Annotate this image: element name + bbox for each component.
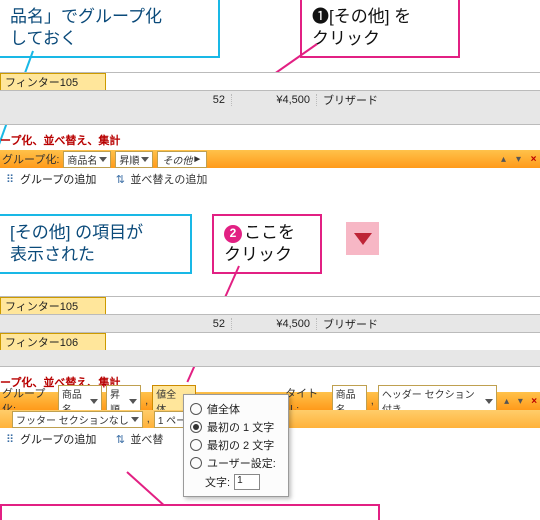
callout-mid-pink-l2: クリック	[224, 245, 292, 264]
chevron-down-icon	[129, 399, 137, 404]
popup-option-user[interactable]: ユーザー設定:	[190, 455, 282, 471]
callout-top-blue-text: 品名」でグループ化 しておく	[10, 7, 162, 48]
move-up-icon[interactable]: ▴	[501, 395, 513, 408]
sort-add-icon: ⇅	[113, 172, 127, 186]
callout-mid-pink-l1: ここを	[244, 223, 295, 242]
close-icon[interactable]: ×	[527, 153, 540, 166]
group-label: グループ化:	[0, 151, 61, 167]
callout-mid-blue-l1: [その他] の項目が	[10, 223, 143, 242]
radio-icon	[190, 421, 202, 433]
table-row: 52 ¥4,500 ブリザード	[0, 314, 540, 334]
move-down-icon[interactable]: ▾	[512, 153, 525, 166]
cell-product[interactable]: フィンター105	[0, 297, 106, 315]
radio-icon	[190, 457, 202, 469]
sort-add-icon: ⇅	[113, 432, 127, 446]
chevron-down-icon	[354, 233, 372, 245]
callout-top-blue: 品名」でグループ化 しておく	[0, 0, 220, 58]
chevron-down-icon	[131, 417, 139, 422]
cell-supplier: ブリザード	[317, 92, 540, 108]
callout-mid-pink: 2ここを クリック	[212, 214, 322, 274]
cell-product[interactable]: フィンター106	[0, 333, 106, 351]
add-group-button[interactable]: グループの追加	[20, 171, 96, 187]
group-add-icon: ⠿	[3, 172, 17, 186]
step-number-badge: 2	[224, 225, 242, 243]
grouping-add-row: ⠿ グループの追加 ⇅ 並べ替えの追加	[0, 170, 540, 188]
group-field-dropdown[interactable]: 商品名	[63, 151, 111, 168]
chars-stepper[interactable]: 1	[234, 474, 260, 490]
popup-option-first2[interactable]: 最初の 2 文字	[190, 437, 282, 453]
popup-option-whole[interactable]: 値全体	[190, 401, 282, 417]
callout-top-pink: ❶[その他] を クリック	[300, 0, 460, 58]
popup-option-first1[interactable]: 最初の 1 文字	[190, 419, 282, 435]
cell-qty: 52	[105, 94, 232, 106]
add-sort-button[interactable]: 並べ替	[130, 431, 163, 447]
grouping-granularity-popup[interactable]: 値全体 最初の 1 文字 最初の 2 文字 ユーザー設定: 文字: 1	[183, 394, 289, 497]
cell-supplier: ブリザード	[317, 316, 540, 332]
table-row: フィンター105	[0, 72, 540, 92]
section-header-sort: ープ化、並べ替え、集計	[0, 132, 120, 148]
dropdown-indicator	[346, 222, 379, 255]
callout-top-pink-l1: ❶[その他] を	[312, 7, 411, 26]
sort-field-dropdown[interactable]: 昇順	[115, 151, 153, 168]
callout-mid-blue: [その他] の項目が 表示された	[0, 214, 192, 274]
cell-price: ¥4,500	[232, 318, 317, 330]
chevron-down-icon	[90, 399, 98, 404]
radio-icon	[190, 403, 202, 415]
radio-icon	[190, 439, 202, 451]
callout-bottom-pink-edge	[0, 504, 380, 520]
cell-product[interactable]: フィンター105	[0, 73, 106, 91]
callout-top-pink-l2: クリック	[312, 29, 380, 48]
move-up-icon[interactable]: ▴	[497, 153, 510, 166]
table-row: フィンター106	[0, 332, 540, 352]
chevron-down-icon	[99, 157, 107, 162]
cell-qty: 52	[105, 318, 232, 330]
close-icon[interactable]: ×	[528, 395, 540, 408]
chevron-down-icon	[141, 157, 149, 162]
chars-label: 文字:	[205, 474, 230, 490]
table-row: フィンター105	[0, 296, 540, 316]
footer-section-dropdown[interactable]: フッター セクションなし	[12, 411, 143, 428]
cell-price: ¥4,500	[232, 94, 317, 106]
callout-mid-blue-l2: 表示された	[10, 245, 95, 264]
group-add-icon: ⠿	[3, 432, 17, 446]
add-sort-button[interactable]: 並べ替えの追加	[130, 171, 207, 187]
move-down-icon[interactable]: ▾	[515, 395, 527, 408]
popup-user-chars-row: 文字: 1	[190, 474, 282, 490]
more-options-toggle[interactable]: その他 ►	[157, 151, 207, 168]
table-row: 52 ¥4,500 ブリザード	[0, 90, 540, 110]
add-group-button[interactable]: グループの追加	[20, 431, 96, 447]
chevron-down-icon	[485, 399, 493, 404]
grouping-bar-1[interactable]: グループ化: 商品名 昇順 その他 ► ▴ ▾ ×	[0, 150, 540, 168]
